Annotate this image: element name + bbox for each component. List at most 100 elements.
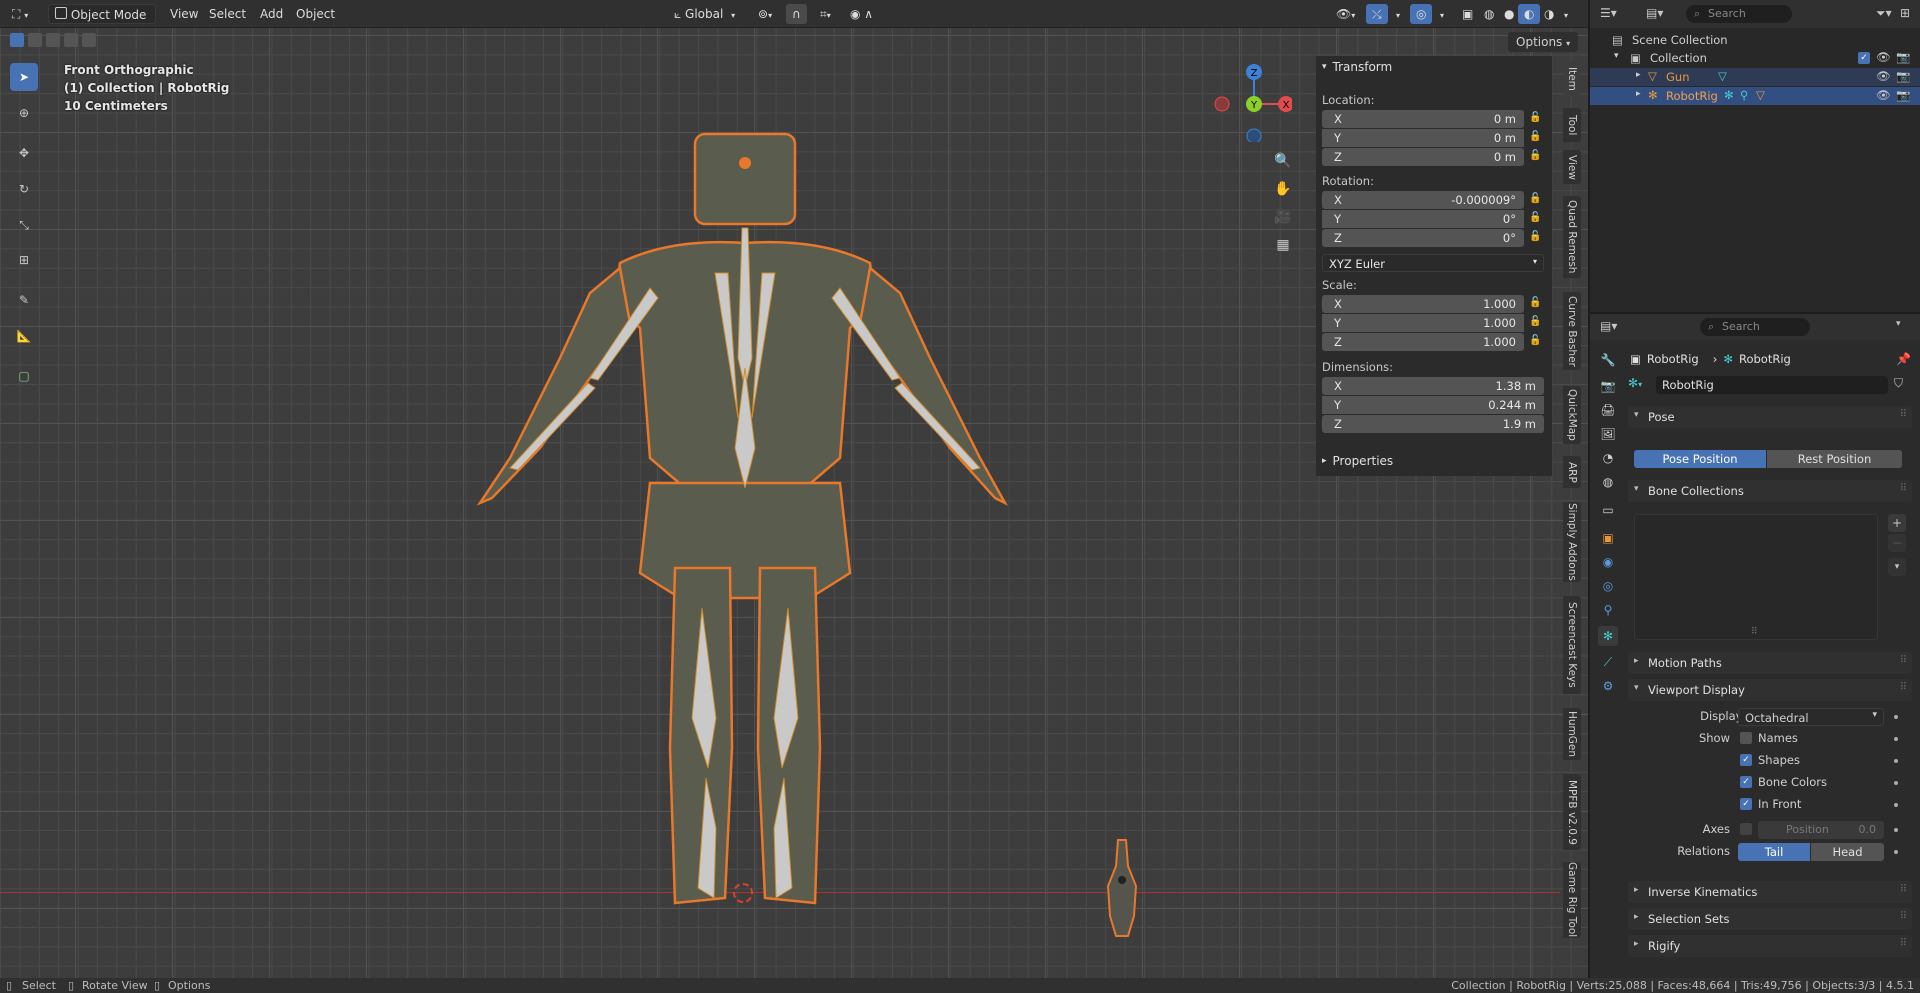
drag-handle-icon[interactable]: ⠿	[1900, 483, 1907, 494]
constraints-tab-icon[interactable]: ⚲	[1598, 600, 1618, 620]
pin-icon[interactable]: 📌	[1896, 352, 1911, 366]
location-z-field[interactable]: Z 0 m	[1322, 148, 1524, 166]
collection-exclude-checkbox[interactable]: ✓	[1858, 52, 1870, 64]
location-x-field[interactable]: X 0 m	[1322, 110, 1524, 128]
overlays-dropdown[interactable]: ▾	[1434, 4, 1450, 24]
lock-icon[interactable]: 🔓	[1529, 131, 1543, 145]
eye-icon[interactable]: 👁	[1876, 69, 1891, 83]
outliner-editor-icon[interactable]: ☰▾	[1600, 6, 1617, 20]
scale-tool[interactable]: ⤡	[10, 211, 38, 239]
tab-game-rig-tool[interactable]: Game Rig Tool	[1563, 862, 1581, 938]
tab-humgen[interactable]: HumGen	[1563, 708, 1581, 760]
lock-icon[interactable]: 🔓	[1529, 231, 1543, 245]
shapes-checkbox[interactable]: ✓ Shapes	[1740, 753, 1800, 767]
pose-position-button[interactable]: Pose Position	[1634, 450, 1766, 468]
remove-icon[interactable]: −	[1888, 534, 1906, 552]
eye-icon[interactable]: 👁	[1876, 88, 1891, 102]
options-button[interactable]: Options ▾	[1508, 32, 1579, 52]
navigation-gizmo[interactable]: Z X Y	[1212, 62, 1294, 144]
datablock-name-field[interactable]: RobotRig	[1656, 376, 1888, 394]
collection-tab-icon[interactable]: ▭	[1598, 500, 1618, 520]
outliner-item-robotrig[interactable]: ▸ ✻ RobotRig ✻ ⚲ ▽ 👁 📷	[1590, 87, 1920, 105]
scale-x-field[interactable]: X 1.000	[1322, 295, 1524, 313]
zoom-icon[interactable]: 🔍	[1272, 150, 1294, 172]
xray-toggle[interactable]: ▣	[1456, 4, 1479, 24]
drag-handle-icon[interactable]: ⠿	[1900, 655, 1907, 666]
tab-arp[interactable]: ARP	[1563, 456, 1581, 488]
selection-sets-panel-header[interactable]: ▸ Selection Sets ⠿	[1628, 908, 1912, 930]
tab-quickmap[interactable]: QuickMap	[1563, 386, 1581, 444]
display-as-dropdown[interactable]: Octahedral ▾	[1738, 708, 1884, 726]
view-layer-tab-icon[interactable]: 🖼	[1598, 424, 1618, 444]
properties-editor-icon[interactable]: ▤▾	[1600, 319, 1617, 333]
tab-view[interactable]: View	[1563, 150, 1581, 184]
animate-property-icon[interactable]	[1894, 803, 1898, 807]
snap-toggle[interactable]: ∩	[786, 4, 807, 24]
properties-panel-header[interactable]: ▸ Properties	[1322, 454, 1393, 468]
output-tab-icon[interactable]: 🖨	[1598, 400, 1618, 420]
rotation-x-field[interactable]: X -0.000009°	[1322, 191, 1524, 209]
location-y-field[interactable]: Y 0 m	[1322, 129, 1524, 147]
perspective-grid-icon[interactable]: ▦	[1272, 234, 1294, 256]
move-tool[interactable]: ✥	[10, 139, 38, 167]
chevron-down-icon[interactable]: ▾	[1896, 319, 1901, 329]
dimensions-z-field[interactable]: Z 1.9 m	[1322, 415, 1544, 433]
camera-icon[interactable]: 📷	[1896, 88, 1910, 102]
drag-handle-icon[interactable]: ⠿	[1900, 409, 1907, 420]
names-checkbox[interactable]: Names	[1740, 731, 1798, 745]
physics-tab-icon[interactable]: ◎	[1598, 576, 1618, 596]
scale-y-field[interactable]: Y 1.000	[1322, 314, 1524, 332]
rotation-z-field[interactable]: Z 0°	[1322, 229, 1524, 247]
bone-collections-panel-header[interactable]: ▾ Bone Collections ⠿	[1628, 480, 1912, 502]
select-intersect-icon[interactable]	[82, 33, 96, 47]
armature-data-tab-icon[interactable]: ✻	[1598, 626, 1618, 646]
drag-handle-icon[interactable]: ⠿	[1900, 911, 1907, 922]
select-extend-icon[interactable]	[28, 33, 42, 47]
lock-icon[interactable]: 🔓	[1529, 335, 1543, 349]
axes-position-field[interactable]: Position 0.0	[1758, 821, 1884, 839]
add-cube-tool[interactable]: ▢	[10, 362, 38, 390]
shading-dropdown[interactable]: ▾	[1558, 4, 1574, 24]
motion-paths-panel-header[interactable]: ▸ Motion Paths ⠿	[1628, 652, 1912, 674]
lock-icon[interactable]: 🔓	[1529, 112, 1543, 126]
resize-grip-icon[interactable]: ⠿	[1751, 627, 1758, 637]
cursor-tool[interactable]: ⊕	[10, 99, 38, 127]
datablock-browse-button[interactable]: ✻▾	[1628, 376, 1654, 394]
object-tab-icon[interactable]: ▣	[1598, 528, 1618, 548]
tab-mpfb[interactable]: MPFB v2.0.9	[1563, 774, 1581, 850]
inverse-kinematics-panel-header[interactable]: ▸ Inverse Kinematics ⠿	[1628, 881, 1912, 903]
tab-screencast-keys[interactable]: Screencast Keys	[1563, 596, 1581, 694]
scene-tab-icon[interactable]: ◔	[1598, 448, 1618, 468]
measure-tool[interactable]: 📐	[10, 322, 38, 350]
breadcrumb-data[interactable]: RobotRig	[1739, 352, 1791, 366]
new-collection-icon[interactable]: ⊞	[1900, 6, 1910, 20]
camera-icon[interactable]: 📷	[1896, 69, 1910, 83]
tab-curve-basher[interactable]: Curve Basher	[1563, 292, 1581, 370]
axes-checkbox[interactable]	[1740, 823, 1752, 835]
add-icon[interactable]: +	[1888, 514, 1906, 532]
rotation-mode-dropdown[interactable]: XYZ Euler ▾	[1322, 254, 1544, 272]
select-box-tool[interactable]: ➤	[10, 63, 38, 91]
bone-constraints-tab-icon[interactable]: ⚙	[1598, 676, 1618, 696]
menu-select[interactable]: Select	[203, 4, 252, 24]
annotate-tool[interactable]: ✎	[10, 286, 38, 314]
menu-add[interactable]: Add	[254, 4, 289, 24]
mode-dropdown[interactable]: Object Mode ▾	[48, 4, 156, 41]
rotation-y-field[interactable]: Y 0°	[1322, 210, 1524, 228]
tab-tool[interactable]: Tool	[1563, 108, 1581, 142]
transform-orientation-dropdown[interactable]: ⟀ Global ▾	[668, 4, 741, 24]
animate-property-icon[interactable]	[1894, 759, 1898, 763]
outliner-collection[interactable]: ▾ ▣ Collection ✓ 👁 📷	[1590, 49, 1920, 67]
dimensions-x-field[interactable]: X 1.38 m	[1322, 377, 1544, 395]
render-tab-icon[interactable]: 📷	[1598, 376, 1618, 396]
gizmo-dropdown[interactable]: ▾	[1390, 4, 1406, 24]
tab-item[interactable]: Item	[1563, 62, 1581, 96]
bone-collections-list[interactable]: ⠿	[1634, 514, 1878, 640]
transform-tool[interactable]: ⊞	[10, 246, 38, 274]
properties-search-input[interactable]: ⌕ Search	[1700, 318, 1810, 336]
breadcrumb-object[interactable]: RobotRig	[1647, 352, 1699, 366]
bone-colors-checkbox[interactable]: ✓ Bone Colors	[1740, 775, 1827, 789]
scale-z-field[interactable]: Z 1.000	[1322, 333, 1524, 351]
tab-simply-addons[interactable]: Simply Addons	[1563, 502, 1581, 582]
robot-rig-model[interactable]	[470, 128, 1030, 948]
